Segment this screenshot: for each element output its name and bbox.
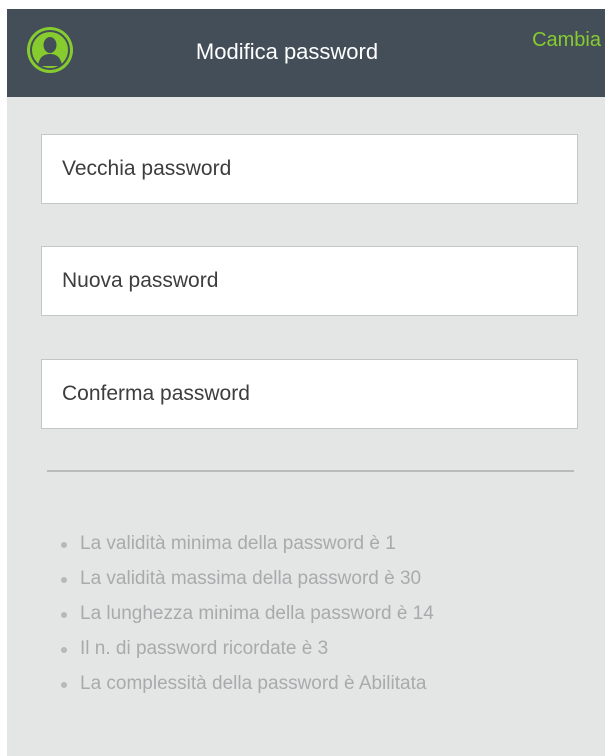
confirm-password-field[interactable] (41, 359, 578, 429)
password-rule-item: La validità minima della password è 1 (59, 529, 434, 564)
password-rule-item: La lunghezza minima della password è 14 (59, 599, 434, 634)
page-title: Modifica password (195, 39, 379, 64)
divider (47, 470, 574, 472)
header-bar: Modifica password Cambia (7, 9, 605, 97)
new-password-input[interactable] (42, 247, 577, 315)
change-password-screen: Modifica password Cambia La validità min… (7, 9, 605, 756)
password-rule-item: Il n. di password ricordate è 3 (59, 634, 434, 669)
confirm-password-input[interactable] (42, 360, 577, 428)
password-rules-list: La validità minima della password è 1 La… (59, 529, 434, 704)
password-rule-item: La complessità della password è Abilitat… (59, 669, 434, 704)
old-password-input[interactable] (42, 135, 577, 203)
new-password-field[interactable] (41, 246, 578, 316)
password-rule-item: La validità massima della password è 30 (59, 564, 434, 599)
change-button[interactable]: Cambia (532, 29, 601, 52)
old-password-field[interactable] (41, 134, 578, 204)
